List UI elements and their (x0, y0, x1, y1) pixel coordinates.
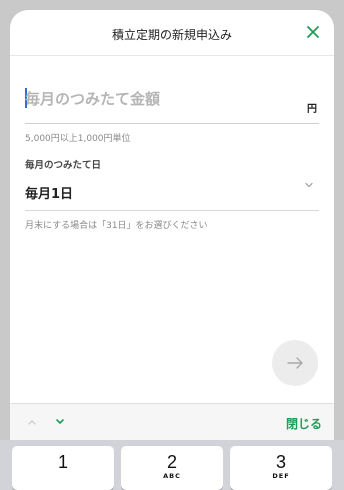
key-letters: ABC (163, 472, 181, 480)
amount-input[interactable] (25, 86, 285, 112)
chevron-down-icon[interactable] (54, 417, 66, 427)
chevron-up-icon[interactable] (26, 417, 38, 427)
key-number: 2 (166, 452, 177, 472)
amount-field[interactable]: 円 (25, 84, 319, 124)
key-number: 1 (57, 452, 68, 472)
close-keyboard-button[interactable]: 閉じる (286, 415, 322, 432)
date-select-value: 毎月1日 (25, 187, 74, 202)
key-3[interactable]: 3 DEF (230, 446, 332, 490)
page-title: 積立定期の新規申込み (111, 28, 232, 42)
app-screen: 積立定期の新規申込み 円 5,000円以上1,000円単位 毎月のつみたて日 毎… (0, 0, 344, 490)
keyboard-accessory-bar: 閉じる (10, 403, 334, 440)
numeric-keypad: 1 2 ABC 3 DEF (0, 440, 344, 490)
close-icon (307, 26, 319, 38)
key-2[interactable]: 2 ABC (121, 446, 223, 490)
key-letters: DEF (272, 472, 290, 480)
key-1[interactable]: 1 (12, 446, 114, 490)
arrow-right-icon (287, 357, 303, 369)
key-number: 3 (275, 452, 286, 472)
yen-unit-label: 円 (307, 104, 317, 115)
sheet-header: 積立定期の新規申込み (10, 10, 334, 56)
date-hint: 月末にする場合は「31日」をお選びください (25, 221, 208, 231)
close-button[interactable] (304, 23, 322, 41)
chevron-down-icon (305, 182, 313, 188)
date-field-label: 毎月のつみたて日 (25, 160, 102, 171)
application-sheet: 積立定期の新規申込み 円 5,000円以上1,000円単位 毎月のつみたて日 毎… (10, 10, 334, 410)
next-button[interactable] (272, 340, 318, 386)
date-select[interactable]: 毎月1日 (25, 173, 319, 211)
amount-hint: 5,000円以上1,000円単位 (25, 134, 131, 144)
